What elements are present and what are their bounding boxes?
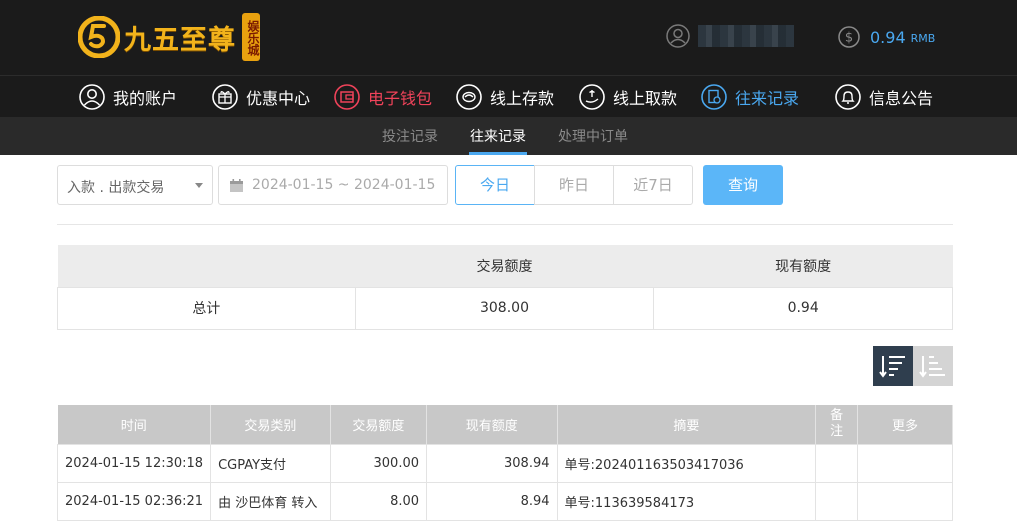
- nav-announcements[interactable]: 信息公告: [835, 82, 933, 112]
- logo-text: 九五至尊: [124, 24, 236, 56]
- records-table: 时间 交易类别 交易额度 现有额度 摘要 备注 更多 2024-01-15 12…: [56, 405, 954, 521]
- deposit-icon: [456, 84, 482, 110]
- sort-descending-icon: [879, 356, 905, 378]
- svg-text:$: $: [845, 31, 853, 46]
- nav-online-deposit[interactable]: 线上存款: [456, 82, 554, 112]
- nav-label: 优惠中心: [246, 89, 311, 108]
- table-row[interactable]: 2024-01-15 02:36:21 由 沙巴体育 转入 8.00 8.94 …: [56, 481, 954, 521]
- user-account-area[interactable]: [666, 24, 794, 48]
- summary-cell: 0.94: [653, 286, 953, 330]
- summary-total-row: 总计 308.00 0.94: [57, 286, 953, 330]
- summary-header-cell: 交易额度: [355, 245, 654, 287]
- cell-summary: 单号:113639584173: [556, 481, 817, 521]
- withdraw-icon: [579, 84, 605, 110]
- summary-header-row: 交易额度 现有额度: [57, 245, 953, 287]
- balance-unit: RMB: [910, 32, 936, 45]
- logo[interactable]: 九五至尊 娱乐城: [78, 10, 260, 64]
- caret-down-icon: [195, 183, 203, 188]
- cell-time: 2024-01-15 12:30:18: [56, 443, 212, 483]
- date-range-input[interactable]: 2024-01-15 ~ 2024-01-15: [218, 165, 448, 205]
- nav-label: 信息公告: [869, 89, 934, 108]
- nav-label: 线上取款: [613, 89, 678, 108]
- quick-yesterday-button[interactable]: 昨日: [534, 165, 614, 205]
- cell-balance: 308.94: [426, 443, 558, 483]
- nav-transaction-records[interactable]: 往来记录: [701, 82, 799, 112]
- summary-cell: 总计: [57, 286, 356, 330]
- active-tab-indicator: [469, 152, 527, 155]
- col-header-remark-text: 备注: [830, 408, 844, 440]
- nav-my-account[interactable]: 我的账户: [79, 82, 177, 112]
- col-header-balance[interactable]: 现有额度: [426, 405, 558, 444]
- cell-time: 2024-01-15 02:36:21: [56, 481, 212, 521]
- user-avatar-icon: [666, 24, 690, 48]
- quick-last7days-button[interactable]: 近7日: [613, 165, 693, 205]
- cell-balance: 8.94: [426, 481, 558, 521]
- nav-label: 线上存款: [490, 89, 555, 108]
- nav-label: 电子钱包: [368, 89, 433, 108]
- bell-icon: [835, 84, 861, 110]
- cell-type: 由 沙巴体育 转入: [210, 481, 331, 521]
- summary-cell: 308.00: [354, 286, 655, 330]
- sort-ascending-button[interactable]: [913, 346, 953, 386]
- tab-bet-records[interactable]: 投注记录: [382, 126, 438, 146]
- summary-header-cell: [57, 245, 356, 287]
- main-nav: 我的账户 优惠中心 电子钱包 线上存款 线上取款 往来记录 信息公告: [0, 75, 1017, 117]
- nav-online-withdraw[interactable]: 线上取款: [579, 82, 677, 112]
- nav-promotions[interactable]: 优惠中心: [212, 82, 310, 112]
- nav-label: 往来记录: [735, 89, 800, 108]
- date-range-value: 2024-01-15 ~ 2024-01-15: [252, 177, 436, 193]
- col-header-amount[interactable]: 交易额度: [330, 405, 428, 444]
- sort-ascending-icon: [919, 356, 945, 378]
- cell-remark: [815, 481, 858, 521]
- logo-icon: [78, 16, 120, 58]
- balance-value: 0.94: [870, 27, 906, 47]
- transaction-type-select[interactable]: 入款 . 出款交易: [57, 165, 213, 205]
- summary-header-cell: 现有额度: [653, 245, 953, 287]
- balance-display: $ 0.94 RMB: [838, 26, 935, 48]
- sub-nav: 投注记录 往来记录 处理中订单: [0, 117, 1017, 155]
- gift-icon: [212, 84, 238, 110]
- cell-amount: 300.00: [329, 443, 428, 483]
- transaction-type-value: 入款 . 出款交易: [67, 180, 165, 196]
- cell-type: CGPAY支付: [210, 443, 331, 483]
- calendar-icon: [230, 179, 243, 192]
- nav-label: 我的账户: [113, 89, 178, 108]
- col-header-remark[interactable]: 备注: [815, 405, 858, 444]
- user-icon: [79, 84, 105, 110]
- wallet-icon: [334, 84, 360, 110]
- quick-today-button[interactable]: 今日: [455, 165, 535, 205]
- col-header-time[interactable]: 时间: [57, 405, 212, 444]
- nav-e-wallet[interactable]: 电子钱包: [334, 82, 432, 112]
- cell-more[interactable]: [856, 443, 954, 483]
- col-header-more[interactable]: 更多: [857, 405, 954, 444]
- dollar-icon: $: [838, 26, 860, 48]
- cell-remark: [815, 443, 858, 483]
- logo-badge: 娱乐城: [242, 13, 260, 61]
- top-bar: 九五至尊 娱乐城 $ 0.94 RMB: [0, 0, 1017, 75]
- records-icon: [701, 84, 727, 110]
- divider: [57, 224, 953, 225]
- cell-summary: 单号:202401163503417036: [556, 443, 817, 483]
- summary-table: 交易额度 现有额度 总计 308.00 0.94: [57, 245, 953, 330]
- query-button[interactable]: 查询: [703, 165, 783, 205]
- records-header-row: 时间 交易类别 交易额度 现有额度 摘要 备注 更多: [57, 405, 954, 444]
- table-row[interactable]: 2024-01-15 12:30:18 CGPAY支付 300.00 308.9…: [56, 443, 954, 483]
- sort-descending-button[interactable]: [873, 346, 913, 386]
- col-header-summary[interactable]: 摘要: [557, 405, 817, 444]
- col-header-type[interactable]: 交易类别: [210, 405, 331, 444]
- cell-amount: 8.00: [329, 481, 428, 521]
- username-masked: [698, 25, 794, 47]
- tab-transaction-records[interactable]: 往来记录: [470, 126, 526, 146]
- cell-more[interactable]: [856, 481, 954, 521]
- tab-pending-orders[interactable]: 处理中订单: [558, 126, 628, 146]
